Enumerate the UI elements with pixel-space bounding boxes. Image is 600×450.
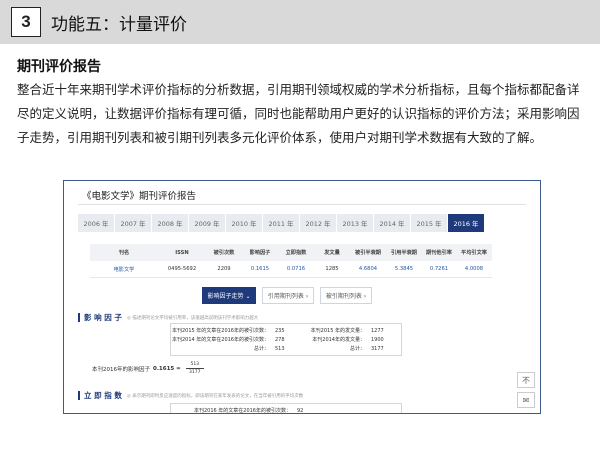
calc-label: 本刊2015 年的文章在2016年的被引次数： [171, 328, 269, 334]
col-issn: ISSN [175, 249, 189, 256]
immediacy-heading: 立 即 指 数 ◎ 表示期刊即时反应速度的指标，即该期刊在某年发表的论文，在当年… [78, 390, 303, 401]
calc-row: 本刊2014 年的文章在2016年的被引次数： 278 本刊2014年的发文量：… [171, 335, 401, 344]
tab-year-2009[interactable]: 2009 年 [189, 214, 226, 232]
year-tabs: 2006 年 2007 年 2008 年 2009 年 2010 年 2011 … [78, 214, 485, 232]
formula-numerator: 513 [190, 362, 200, 367]
report-screenshot: 《电影文学》期刊评价报告 2006 年 2007 年 2008 年 2009 年… [63, 180, 541, 414]
journal-metrics-table: 刊名 ISSN 被引次数 影响因子 立即指数 发文量 被引半衰期 引用半衰期 期… [90, 244, 492, 278]
col-cited-half-life: 被引半衰期 [355, 250, 381, 256]
immediacy-title: 立 即 指 数 [84, 391, 122, 400]
col-immediacy: 立即指数 [285, 250, 307, 256]
calc-label: 总计： [253, 346, 269, 352]
fraction-line [185, 368, 204, 369]
col-other-citation-rate: 期刊他引率 [426, 250, 452, 256]
calc-value: 1277 [371, 327, 384, 334]
col-avg-citation-rate: 平均引文率 [461, 250, 487, 256]
col-journal-name: 刊名 [118, 250, 130, 256]
immediacy-note: ◎ 表示期刊即时反应速度的指标，即该期刊在某年发表的论文，在当年被引用的平均次数 [126, 393, 304, 399]
impact-factor-heading: 影 响 因 子 ◎ 描述期刊论文平均被引用率，该值越高说明该刊学术影响力越大 [78, 312, 258, 323]
analysis-button-row: 影响因子走势 ⌄ 引用期刊列表 › 被引期刊列表 › [202, 287, 372, 304]
cell-articles: 1285 [325, 266, 339, 272]
heading-accent-bar [78, 313, 80, 322]
section-number-badge: 3 [11, 7, 41, 37]
tab-year-2007[interactable]: 2007 年 [115, 214, 152, 232]
calc-row: 总计： 513 总计： 3177 [171, 344, 401, 353]
col-citing-half-life: 引用半衰期 [391, 250, 417, 256]
calc-value: 3177 [371, 345, 384, 352]
table-header-row: 刊名 ISSN 被引次数 影响因子 立即指数 发文量 被引半衰期 引用半衰期 期… [90, 244, 492, 261]
calc-value: 235 [275, 327, 285, 334]
cell-issn: 0495-5692 [167, 266, 197, 272]
tab-year-2016[interactable]: 2016 年 [448, 214, 485, 232]
impact-calc-box: 本刊2015 年的文章在2016年的被引次数： 235 本刊2015 年的发文量… [170, 323, 402, 356]
calc-row: 本刊2015 年的文章在2016年的被引次数： 235 本刊2015 年的发文量… [171, 326, 401, 335]
calc-value: 278 [275, 336, 285, 343]
calc-label: 本刊2014 年的文章在2016年的被引次数： [171, 337, 269, 343]
calc-label: 总计： [349, 346, 365, 352]
cell-journal-name[interactable]: 电影文学 [90, 261, 158, 277]
calc-label: 本刊2015 年的发文量： [310, 328, 365, 334]
slide-title: 功能五：计量评价 [51, 15, 187, 35]
heading-accent-bar [78, 391, 80, 400]
cell-immediacy[interactable]: 0.0716 [278, 261, 314, 277]
tab-year-2010[interactable]: 2010 年 [226, 214, 263, 232]
impact-trend-button[interactable]: 影响因子走势 ⌄ [202, 287, 256, 304]
formula-fraction: 513 3177 [185, 362, 204, 375]
report-title: 《电影文学》期刊评价报告 [82, 191, 197, 202]
formula-value: 0.1615 = [153, 365, 181, 372]
cell-citations: 2209 [217, 266, 231, 272]
tab-year-2014[interactable]: 2014 年 [374, 214, 411, 232]
tab-year-2015[interactable]: 2015 年 [411, 214, 448, 232]
feedback-button[interactable]: ✉ [517, 392, 535, 408]
calc-label: 本刊2016 年的文章在2016年的被引次数： [193, 408, 291, 414]
slide-header: 3 功能五：计量评价 [0, 0, 600, 44]
col-citations: 被引次数 [213, 250, 235, 256]
title-divider [78, 204, 526, 205]
calc-row: 本刊2016 年的文章在2016年的被引次数： 92 [171, 406, 401, 414]
col-impact-factor: 影响因子 [249, 250, 271, 256]
cell-citing-half-life[interactable]: 5.3845 [386, 261, 422, 277]
cell-impact-factor[interactable]: 0.1615 [242, 261, 278, 277]
col-articles: 发文量 [324, 250, 340, 256]
cell-other-citation-rate[interactable]: 0.7261 [422, 261, 456, 277]
formula-label: 本刊2016年的影响因子 [92, 366, 150, 373]
calc-label: 本刊2014年的发文量： [312, 337, 365, 343]
formula-denominator: 3177 [189, 370, 201, 375]
tab-year-2011[interactable]: 2011 年 [263, 214, 300, 232]
tab-year-2013[interactable]: 2013 年 [337, 214, 374, 232]
cell-avg-citation-rate[interactable]: 4.0008 [456, 261, 492, 277]
cited-journals-button[interactable]: 被引期刊列表 › [320, 287, 372, 304]
calc-value: 92 [297, 407, 304, 414]
tab-year-2006[interactable]: 2006 年 [78, 214, 115, 232]
impact-factor-title: 影 响 因 子 [84, 313, 122, 322]
tab-year-2012[interactable]: 2012 年 [300, 214, 337, 232]
calc-value: 1900 [371, 336, 384, 343]
calc-value: 513 [275, 345, 285, 352]
section-title: 期刊评价报告 [17, 59, 101, 75]
back-to-top-button[interactable]: 不 [517, 372, 535, 388]
intro-paragraph: 整合近十年来期刊学术评价指标的分析数据，引用期刊领域权威的学术分析指标，且每个指… [17, 82, 580, 145]
citing-journals-button[interactable]: 引用期刊列表 › [262, 287, 314, 304]
cell-cited-half-life[interactable]: 4.6804 [350, 261, 386, 277]
table-row: 电影文学 0495-5692 2209 0.1615 0.0716 1285 4… [90, 261, 492, 278]
impact-factor-formula: 本刊2016年的影响因子 0.1615 = 513 3177 [92, 362, 204, 375]
immediacy-calc-box: 本刊2016 年的文章在2016年的被引次数： 92 [170, 403, 402, 414]
impact-factor-note: ◎ 描述期刊论文平均被引用率，该值越高说明该刊学术影响力越大 [126, 315, 259, 321]
tab-year-2008[interactable]: 2008 年 [152, 214, 189, 232]
